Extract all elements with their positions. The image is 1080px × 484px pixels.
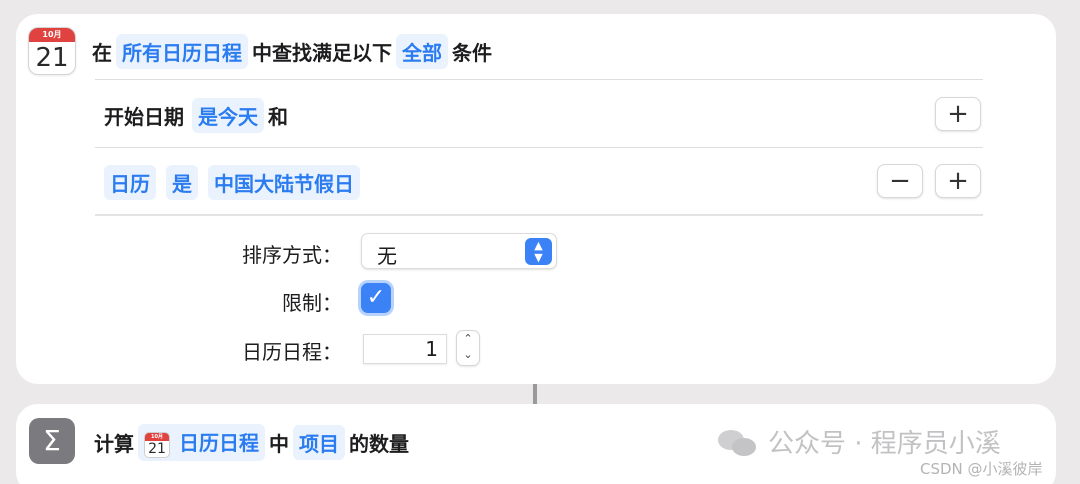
count-label: 日历日程： (242, 340, 342, 364)
calendar-icon-day: 21 (35, 43, 69, 73)
csdn-credit: CSDN @小溪彼岸 (920, 460, 1043, 478)
find-header: 在 所有日历日程 中查找满足以下 全部 条件 (92, 34, 492, 69)
header-prefix: 在 (92, 41, 112, 65)
filter-value-token[interactable]: 中国大陆节假日 (208, 165, 360, 200)
filter-row-start-date: 开始日期 是今天 和 (104, 98, 288, 133)
count-prefix: 计算 (94, 431, 134, 456)
count-stepper[interactable]: ⌃ ⌄ (456, 330, 480, 366)
divider (95, 79, 983, 80)
sort-select[interactable]: 无 ▲ ▼ (361, 233, 557, 269)
sigma-icon: Σ (29, 418, 75, 464)
divider (95, 214, 983, 216)
source-token[interactable]: 所有日历日程 (116, 34, 248, 69)
chevron-down-icon[interactable]: ⌄ (457, 347, 479, 363)
find-calendar-events-action: 10月 21 在 所有日历日程 中查找满足以下 全部 条件 开始日期 是今天 和… (16, 14, 1056, 384)
add-filter-button[interactable]: + (935, 97, 981, 131)
add-filter-button[interactable]: + (935, 164, 981, 198)
unit-token[interactable]: 项目 (292, 424, 345, 460)
divider (95, 147, 983, 148)
remove-filter-button[interactable]: − (877, 164, 923, 198)
mini-calendar-month: 10月 (145, 432, 169, 441)
chevron-up-down-icon: ▲ ▼ (525, 238, 552, 265)
watermark: 公众号 · 程序员小溪 (718, 423, 1001, 460)
header-middle: 中查找满足以下 (252, 41, 392, 65)
count-header: 计算 10月 21 日历日程 中 项目 的数量 (94, 424, 409, 461)
sort-label: 排序方式： (242, 243, 342, 267)
count-field[interactable]: 1 (363, 334, 447, 364)
match-mode-token[interactable]: 全部 (396, 34, 448, 69)
calendar-app-icon: 10月 21 (28, 27, 76, 75)
filter-connector: 和 (268, 105, 288, 129)
count-middle: 中 (268, 431, 289, 456)
calendar-icon-month: 10月 (29, 28, 75, 42)
filter-field: 开始日期 (104, 105, 184, 129)
filter-field-token[interactable]: 日历 (104, 165, 156, 200)
sort-value: 无 (377, 244, 397, 268)
limit-checkbox[interactable]: ✓ (361, 283, 391, 313)
mini-calendar-day: 21 (148, 440, 166, 457)
wechat-icon (718, 426, 758, 458)
filter-row-calendar: 日历 是 中国大陆节假日 (100, 165, 364, 200)
variable-token[interactable]: 10月 21 日历日程 (138, 424, 265, 461)
variable-label: 日历日程 (178, 431, 259, 455)
filter-operator-token[interactable]: 是今天 (192, 98, 264, 133)
header-suffix: 条件 (452, 41, 492, 65)
count-suffix: 的数量 (348, 431, 409, 456)
connector-line-top (533, 384, 537, 404)
watermark-text: 公众号 · 程序员小溪 (768, 429, 1001, 459)
chevron-up-icon[interactable]: ⌃ (457, 331, 479, 347)
limit-label: 限制： (282, 291, 342, 315)
filter-operator-token[interactable]: 是 (166, 165, 198, 200)
calendar-icon: 10月 21 (144, 431, 170, 458)
